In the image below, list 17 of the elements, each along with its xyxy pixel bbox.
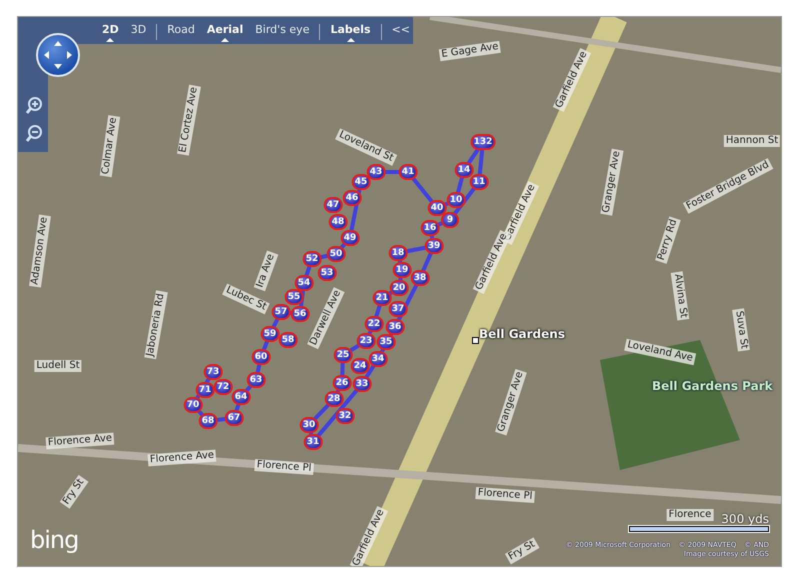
zoom-out-icon[interactable] (24, 124, 44, 144)
city-marker-icon (472, 337, 479, 344)
logo: bing (30, 526, 78, 554)
place-label: Bell Gardens (479, 327, 565, 341)
street-label: Florence (666, 509, 714, 521)
street-label: Ludell St (34, 360, 82, 372)
street-label: Hannon St (724, 135, 780, 147)
zoom-in-icon[interactable] (24, 96, 44, 116)
collapse-button[interactable]: << (386, 21, 416, 42)
map-mode-tab[interactable]: Aerial (200, 21, 250, 42)
place-label: Bell Gardens Park (652, 379, 773, 393)
map-mode-tab[interactable]: Road (161, 21, 201, 42)
map-mode-tab[interactable]: Labels (324, 21, 377, 42)
map-mode-tab[interactable]: Bird's eye (249, 21, 316, 42)
map-mode-tab[interactable]: 2D (96, 21, 125, 42)
scale-label: 300 yds (721, 512, 769, 526)
map-mode-tab[interactable]: 3D (124, 21, 152, 42)
